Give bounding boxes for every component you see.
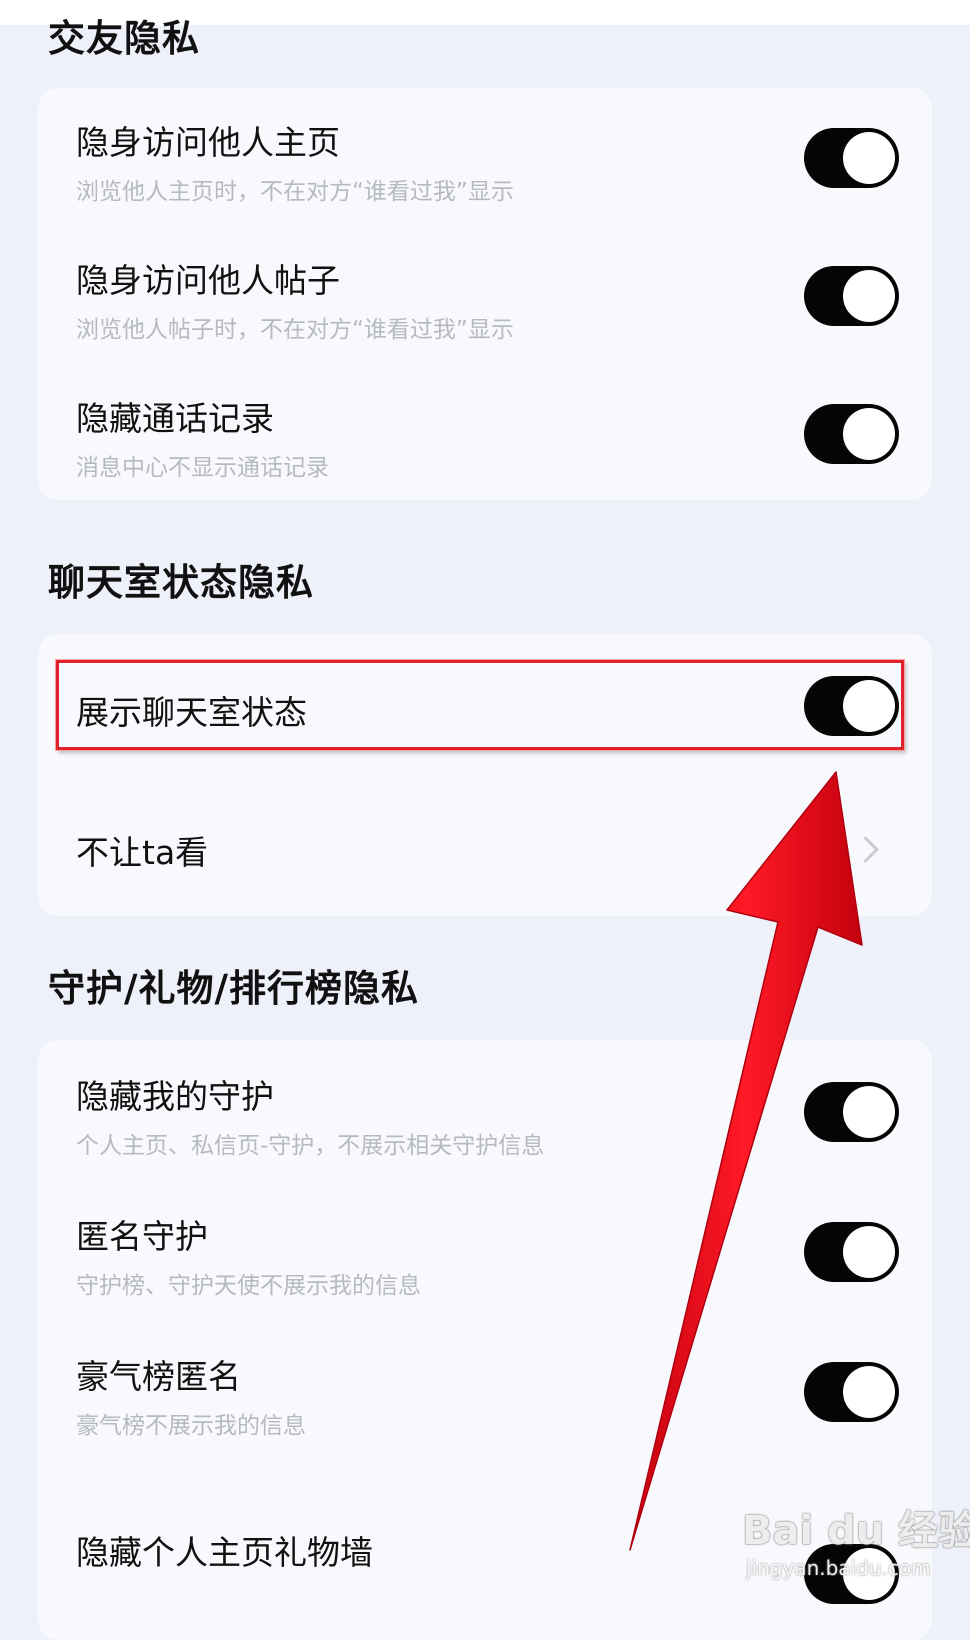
watermark-brand: Bai du 经验: [742, 1508, 970, 1554]
annotation-arrow-icon: [629, 771, 863, 1551]
baidu-jingyan-watermark: Bai du 经验 jingyan.baidu.com: [742, 1498, 970, 1584]
watermark-url: jingyan.baidu.com: [746, 1556, 931, 1580]
